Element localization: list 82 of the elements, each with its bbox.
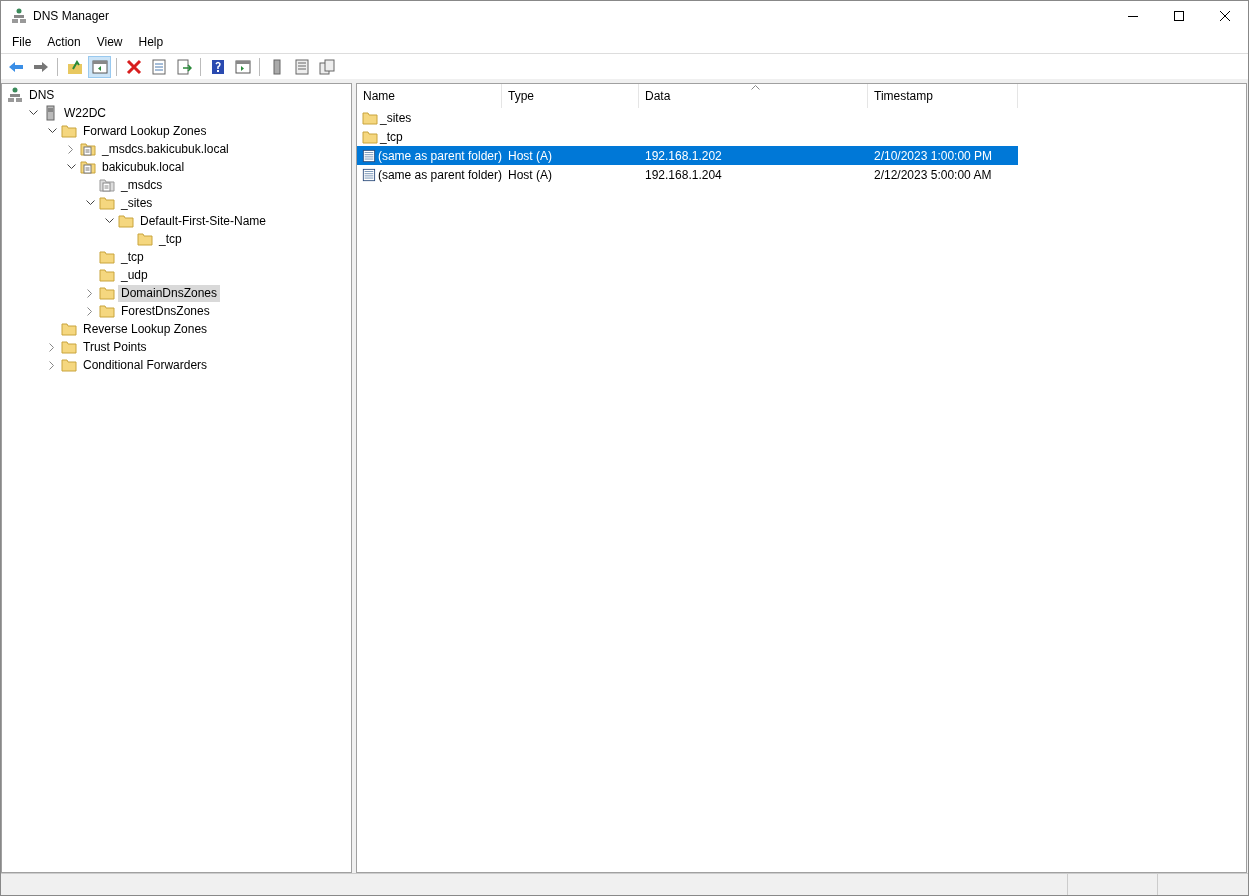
chevron-down-icon[interactable]: [47, 128, 57, 134]
pane-icon: [91, 58, 108, 75]
column-header[interactable]: Name: [357, 84, 502, 108]
tree-item[interactable]: Default-First-Site-Name: [137, 212, 270, 230]
tree-item[interactable]: Conditional Forwarders: [80, 356, 211, 374]
zone-folder-icon: [80, 159, 96, 175]
pane-button[interactable]: [88, 55, 111, 78]
pane-icon: [234, 58, 251, 75]
menu-item[interactable]: Help: [130, 32, 172, 52]
zone-folder-icon: [80, 141, 96, 157]
folder-icon: [61, 339, 77, 355]
table-cell-text: _sites: [380, 109, 412, 127]
table-cell-text: (same as parent folder): [377, 147, 502, 165]
help-icon: [209, 58, 226, 75]
table-cell-text: Host (A): [508, 147, 552, 165]
chevron-down-icon[interactable]: [85, 200, 95, 206]
chevron-right-icon[interactable]: [49, 342, 55, 352]
tree-item[interactable]: Reverse Lookup Zones: [80, 320, 211, 338]
tree-item[interactable]: _tcp: [156, 230, 185, 248]
folder-icon: [99, 267, 115, 283]
folder-icon: [362, 128, 378, 145]
table-cell-text: 192.168.1.202: [645, 147, 722, 165]
tree-item[interactable]: W22DC: [61, 104, 109, 122]
folder-up-icon: [66, 58, 83, 75]
minimize-icon: [1128, 15, 1138, 17]
tree-item[interactable]: Trust Points: [80, 338, 150, 356]
close-icon: [1220, 11, 1230, 21]
tree-item[interactable]: _msdcs.bakicubuk.local: [99, 140, 232, 158]
folder-icon: [118, 213, 134, 229]
properties-icon: [150, 58, 167, 75]
column-header[interactable]: Type: [502, 84, 639, 108]
tree-item[interactable]: _msdcs: [118, 176, 166, 194]
record-icon: [362, 166, 376, 183]
chevron-right-icon[interactable]: [87, 306, 93, 316]
tree-item[interactable]: Forward Lookup Zones: [80, 122, 210, 140]
folder-icon: [362, 109, 378, 126]
chevron-right-icon[interactable]: [87, 288, 93, 298]
folder-icon: [99, 303, 115, 319]
export-icon: [175, 58, 192, 75]
list-row[interactable]: (same as parent folder) Host (A) 192.168.1.202 2/10/2023 1:00:00 PM: [357, 146, 1018, 165]
list-row[interactable]: _sites: [357, 108, 1018, 127]
list-row[interactable]: (same as parent folder) Host (A) 192.168.1.204 2/12/2023 5:00:00 AM: [357, 165, 1018, 184]
tree-item[interactable]: _udp: [118, 266, 151, 284]
folder-icon: [99, 195, 115, 211]
folder-icon: [61, 357, 77, 373]
delete-icon: [125, 58, 142, 75]
folder-icon: [61, 123, 77, 139]
table-cell-text: 2/12/2023 5:00:00 AM: [874, 166, 992, 184]
column-header[interactable]: Timestamp: [868, 84, 1018, 108]
document-folder-icon: [99, 177, 115, 193]
folder-icon: [61, 321, 77, 337]
column-header[interactable]: Data: [639, 84, 868, 108]
tree-item[interactable]: bakicubuk.local: [99, 158, 188, 176]
tree-item[interactable]: DomainDnsZones: [118, 284, 221, 302]
tree-item[interactable]: ForestDnsZones: [118, 302, 213, 320]
folder-icon: [99, 285, 115, 301]
tree-item[interactable]: _tcp: [118, 248, 147, 266]
list-icon: [293, 58, 310, 75]
window-title: DNS Manager: [33, 8, 110, 25]
folder-icon: [99, 249, 115, 265]
table-cell-text: 2/10/2023 1:00:00 PM: [874, 147, 993, 165]
table-cell-text: _tcp: [380, 128, 403, 146]
copy-icon: [318, 58, 335, 75]
chevron-right-icon[interactable]: [68, 144, 74, 154]
tree-item[interactable]: _sites: [118, 194, 156, 212]
chevron-down-icon[interactable]: [104, 218, 114, 224]
table-cell-text: (same as parent folder): [377, 166, 502, 184]
tree-item[interactable]: DNS: [26, 86, 58, 104]
app-icon: [11, 8, 27, 24]
menu-item[interactable]: Action: [39, 32, 89, 52]
chevron-down-icon[interactable]: [66, 164, 76, 170]
table-cell-text: 192.168.1.204: [645, 166, 722, 184]
network-icon: [7, 87, 23, 103]
chevron-right-icon[interactable]: [49, 360, 55, 370]
list-row[interactable]: _tcp: [357, 127, 1018, 146]
maximize-icon: [1174, 11, 1184, 21]
record-icon: [362, 147, 376, 164]
chevron-down-icon[interactable]: [28, 110, 38, 116]
folder-icon: [137, 231, 153, 247]
table-cell-text: Host (A): [508, 166, 552, 184]
menu-item[interactable]: File: [4, 32, 40, 52]
menu-item[interactable]: View: [88, 32, 131, 52]
